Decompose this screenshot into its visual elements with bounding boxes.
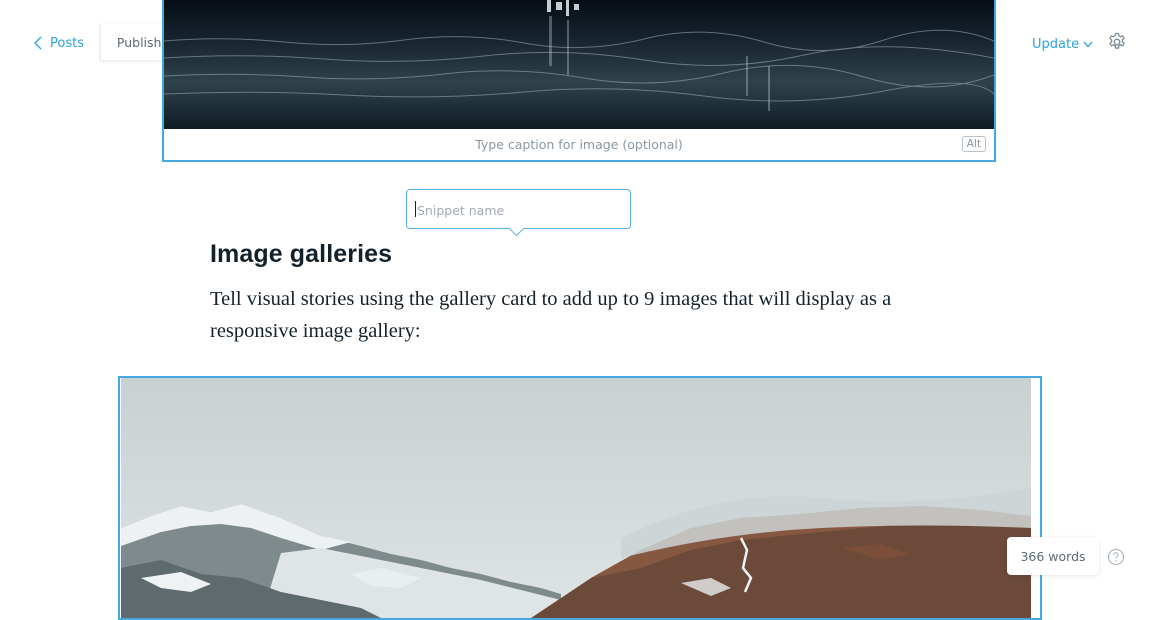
gallery-card[interactable] [118,376,1042,620]
update-label: Update [1032,36,1080,52]
update-button[interactable]: Update [1032,35,1093,53]
chevron-down-icon [1083,37,1093,52]
image-caption-input[interactable]: Type caption for image (optional) [164,132,994,158]
alt-text-button[interactable]: Alt [961,136,986,152]
snippet-name-input[interactable] [415,199,619,221]
chevron-left-icon [34,36,42,50]
snippet-name-popover [406,189,631,237]
settings-button[interactable] [1107,32,1127,52]
popover-arrow [508,220,525,237]
text-cursor [415,201,416,217]
lake-image [164,0,994,129]
word-count: 366 words [1007,537,1099,575]
section-heading[interactable]: Image galleries [210,240,392,269]
help-button[interactable] [1107,548,1125,566]
back-link-label: Posts [50,35,84,51]
question-circle-icon [1107,548,1125,570]
image-card[interactable]: Type caption for image (optional) Alt [162,0,996,162]
word-count-label: 366 words [1020,548,1086,564]
back-to-posts-link[interactable]: Posts [34,33,84,53]
gear-icon [1107,32,1127,56]
mountain-image [121,378,1031,618]
body-paragraph[interactable]: Tell visual stories using the gallery ca… [210,283,970,347]
